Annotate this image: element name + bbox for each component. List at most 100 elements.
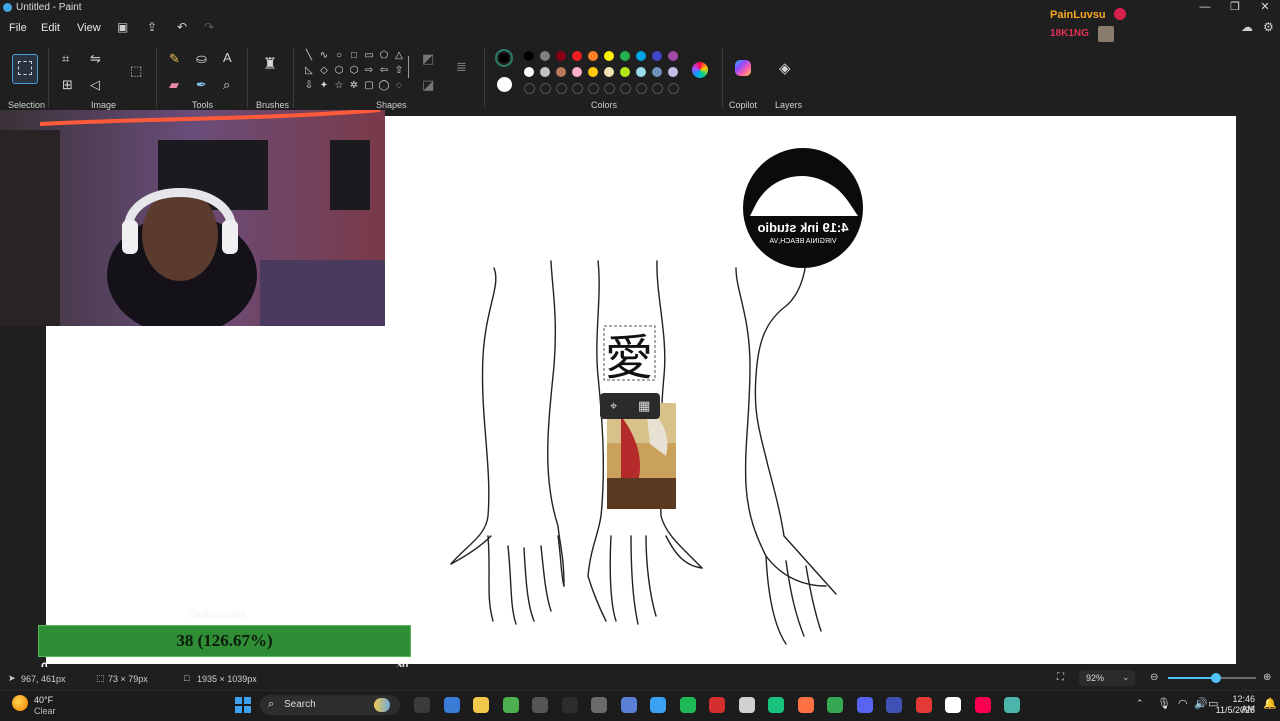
palette-swatch[interactable] <box>636 51 646 61</box>
palette-swatch[interactable] <box>556 51 566 61</box>
custom-color-slot[interactable] <box>636 83 647 94</box>
zoom-dropdown[interactable]: 92% ⌄ <box>1079 670 1135 686</box>
taskbar-app-icon[interactable] <box>620 697 637 713</box>
palette-swatch[interactable] <box>556 67 566 77</box>
shape-option[interactable]: □ <box>347 49 361 63</box>
community-icon[interactable]: ☁ <box>1241 20 1253 34</box>
fill-icon[interactable]: ◪ <box>422 78 434 92</box>
palette-swatch[interactable] <box>620 51 630 61</box>
volume-icon[interactable]: 🔊 <box>1194 697 1208 710</box>
taskbar-app-icon[interactable] <box>974 697 991 713</box>
palette-swatch[interactable] <box>588 67 598 77</box>
color2-swatch[interactable] <box>497 77 512 92</box>
outline-icon[interactable]: ◩ <box>422 52 434 66</box>
save-icon[interactable]: ▣ <box>117 20 128 34</box>
shape-option[interactable]: ⬠ <box>377 49 391 63</box>
shape-option[interactable]: ◇ <box>317 64 331 78</box>
menu-edit[interactable]: Edit <box>41 22 60 34</box>
custom-color-slot[interactable] <box>556 83 567 94</box>
rotate-icon[interactable]: ◁ <box>90 78 100 92</box>
custom-color-slot[interactable] <box>620 83 631 94</box>
taskbar-app-icon[interactable] <box>443 697 460 713</box>
windows-start-icon[interactable] <box>235 697 251 713</box>
taskbar-app-icon[interactable] <box>856 697 873 713</box>
wifi-icon[interactable]: ◠ <box>1178 697 1188 710</box>
palette-swatch[interactable] <box>572 67 582 77</box>
size-icon[interactable]: ≣ <box>456 60 467 74</box>
shape-option[interactable]: ⬡ <box>332 64 346 78</box>
taskbar-app-icon[interactable] <box>1004 697 1020 713</box>
pencil-icon[interactable]: ✎ <box>169 52 180 66</box>
shape-option[interactable]: ◺ <box>302 64 316 78</box>
shape-option[interactable]: ⬡ <box>347 64 361 78</box>
taskbar-app-icon[interactable] <box>797 697 814 713</box>
shape-option[interactable]: ○ <box>332 49 346 63</box>
brush-icon[interactable]: ♜ <box>263 57 277 73</box>
shape-option[interactable]: ╲ <box>302 49 316 63</box>
menu-file[interactable]: File <box>9 22 27 34</box>
taskbar-app-icon[interactable] <box>561 697 578 713</box>
shape-option[interactable]: ⇦ <box>377 64 391 78</box>
microphone-icon[interactable]: 🎙 <box>1157 697 1171 710</box>
shape-option[interactable]: ◌ <box>392 79 406 93</box>
crop-icon[interactable]: ⌗ <box>62 52 69 66</box>
palette-swatch[interactable] <box>636 67 646 77</box>
taskbar-app-icon[interactable] <box>414 697 430 713</box>
taskbar-app-icon[interactable] <box>915 697 932 713</box>
clock-date[interactable]: 11/5/2025 <box>1214 705 1255 715</box>
palette-swatch[interactable] <box>604 51 614 61</box>
shape-option[interactable]: ☆ <box>332 79 346 93</box>
color-picker-icon[interactable]: ✒ <box>196 78 207 92</box>
share-icon[interactable]: ⇪ <box>147 20 157 34</box>
taskbar-app-icon[interactable] <box>738 697 755 713</box>
custom-color-slot[interactable] <box>588 83 599 94</box>
weather-moon-icon[interactable] <box>12 695 28 711</box>
taskbar-app-icon[interactable] <box>827 697 843 713</box>
color1-slot[interactable] <box>495 49 513 67</box>
custom-color-slot[interactable] <box>668 83 679 94</box>
shape-option[interactable]: ✦ <box>317 79 331 93</box>
taskbar-app-icon[interactable] <box>679 697 696 713</box>
shape-option[interactable]: ⇧ <box>392 64 406 78</box>
palette-swatch[interactable] <box>604 67 614 77</box>
palette-swatch[interactable] <box>524 67 534 77</box>
layers-icon[interactable]: ◈ <box>779 61 791 76</box>
zoom-out-icon[interactable]: ⊖ <box>1150 672 1158 683</box>
minimize-button[interactable]: — <box>1190 0 1220 16</box>
tray-chevron-up-icon[interactable]: ⌃ <box>1136 698 1144 709</box>
palette-swatch[interactable] <box>668 51 678 61</box>
shape-option[interactable]: ▢ <box>362 79 376 93</box>
palette-swatch[interactable] <box>540 67 550 77</box>
eraser-icon[interactable]: ▰ <box>169 78 179 92</box>
shapes-scrollbar[interactable] <box>408 56 409 78</box>
custom-color-slot[interactable] <box>652 83 663 94</box>
taskbar-search-box[interactable]: ⌕ Search <box>260 695 400 715</box>
palette-swatch[interactable] <box>540 51 550 61</box>
undo-icon[interactable]: ↶ <box>177 20 187 34</box>
palette-swatch[interactable] <box>620 67 630 77</box>
zoom-slider-track[interactable] <box>1168 673 1256 683</box>
shape-option[interactable]: △ <box>392 49 406 63</box>
palette-swatch[interactable] <box>572 51 582 61</box>
taskbar-app-icon[interactable] <box>591 697 607 713</box>
taskbar-app-icon[interactable] <box>709 697 725 713</box>
palette-swatch[interactable] <box>668 67 678 77</box>
palette-swatch[interactable] <box>524 51 534 61</box>
resize-icon[interactable]: ⇋ <box>90 52 101 66</box>
custom-color-slot[interactable] <box>524 83 535 94</box>
settings-icon[interactable]: ⚙ <box>1263 20 1274 34</box>
redo-icon[interactable]: ↷ <box>204 20 214 34</box>
taskbar-app-icon[interactable] <box>650 697 666 713</box>
palette-swatch[interactable] <box>652 51 662 61</box>
text-icon[interactable]: A <box>223 51 232 65</box>
taskbar-app-icon[interactable] <box>768 697 784 713</box>
shape-option[interactable]: ∿ <box>317 49 331 63</box>
selection-tool-button[interactable] <box>12 54 38 84</box>
background-removal-icon[interactable]: ⬚ <box>130 64 142 78</box>
custom-color-slot[interactable] <box>572 83 583 94</box>
taskbar-app-icon[interactable] <box>945 697 961 713</box>
taskbar-app-icon[interactable] <box>532 697 548 713</box>
close-button[interactable]: ✕ <box>1250 0 1280 16</box>
palette-swatch[interactable] <box>652 67 662 77</box>
menu-view[interactable]: View <box>77 22 101 34</box>
